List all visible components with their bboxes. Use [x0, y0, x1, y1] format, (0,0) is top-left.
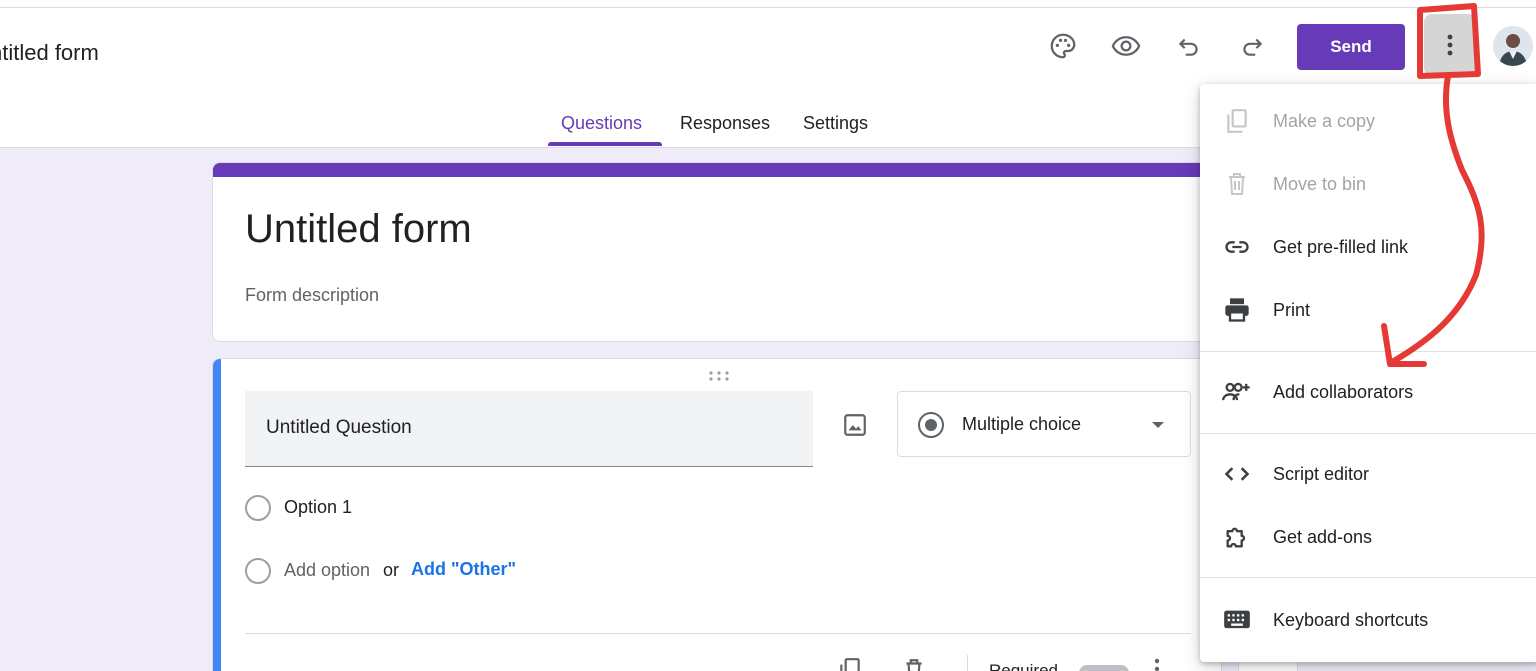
palette-icon[interactable] — [1047, 30, 1079, 62]
question-type-label: Multiple choice — [962, 414, 1082, 434]
avatar[interactable] — [1493, 26, 1533, 66]
trash-icon — [1222, 169, 1252, 199]
radio-checked-icon — [918, 412, 944, 438]
link-icon — [1222, 232, 1252, 262]
more-options-button[interactable] — [1424, 14, 1476, 76]
form-description[interactable]: Form description — [245, 285, 379, 306]
question-type-select[interactable]: Multiple choice — [897, 391, 1191, 457]
question-card[interactable]: Untitled Question Multiple choice Option… — [212, 358, 1222, 671]
menu-label: Script editor — [1273, 463, 1370, 484]
add-option-link[interactable]: Add option — [284, 560, 370, 581]
puzzle-icon — [1222, 522, 1252, 552]
menu-divider — [1200, 577, 1536, 578]
keyboard-icon — [1222, 605, 1252, 635]
more-options-menu: Make a copy Move to bin Get pre-filled l… — [1200, 84, 1536, 662]
duplicate-icon[interactable] — [837, 657, 863, 671]
question-title-text: Untitled Question — [266, 417, 412, 438]
document-title[interactable]: ntitled form — [0, 40, 99, 66]
menu-label: Get pre-filled link — [1273, 236, 1409, 257]
tab-responses[interactable]: Responses — [680, 104, 770, 148]
top-divider — [0, 7, 1536, 8]
tab-settings[interactable]: Settings — [803, 104, 868, 148]
add-image-icon[interactable] — [841, 411, 869, 439]
required-label: Required — [989, 661, 1058, 671]
send-button[interactable]: Send — [1297, 24, 1405, 70]
menu-item-script-editor[interactable]: Script editor — [1200, 443, 1536, 505]
drag-handle-icon[interactable] — [707, 369, 731, 383]
menu-label: Add collaborators — [1273, 381, 1414, 402]
question-footer-divider — [245, 633, 1191, 634]
or-text: or — [383, 560, 400, 580]
undo-icon[interactable] — [1173, 30, 1205, 62]
question-title-input[interactable]: Untitled Question — [245, 391, 813, 467]
more-vert-icon — [1447, 34, 1453, 56]
form-title[interactable]: Untitled form — [245, 207, 472, 252]
menu-item-get-add-ons[interactable]: Get add-ons — [1200, 506, 1536, 568]
menu-label: Move to bin — [1273, 173, 1367, 194]
title-card-accent — [213, 163, 1211, 177]
form-title-card: Untitled form Form description — [212, 162, 1212, 342]
caret-down-icon — [1152, 422, 1164, 428]
redo-icon[interactable] — [1236, 30, 1268, 62]
option-radio — [245, 495, 271, 521]
add-option-radio — [245, 558, 271, 584]
code-icon — [1222, 459, 1252, 489]
menu-item-add-collaborators[interactable]: Add collaborators — [1200, 361, 1536, 423]
footer-separator — [967, 655, 968, 671]
copy-icon — [1222, 106, 1252, 136]
delete-icon[interactable] — [901, 657, 927, 671]
question-more-icon[interactable] — [1153, 657, 1161, 671]
menu-divider — [1200, 351, 1536, 352]
print-icon — [1222, 295, 1252, 325]
required-toggle[interactable] — [1079, 665, 1129, 671]
eye-icon[interactable] — [1110, 30, 1142, 62]
menu-label: Keyboard shortcuts — [1273, 609, 1429, 630]
menu-item-pre-filled-link[interactable]: Get pre-filled link — [1200, 216, 1536, 278]
menu-label: Make a copy — [1273, 110, 1376, 131]
menu-item-print[interactable]: Print — [1200, 279, 1536, 341]
active-tab-indicator — [548, 142, 662, 146]
option-1-text[interactable]: Option 1 — [284, 497, 352, 518]
menu-label: Print — [1273, 299, 1311, 320]
menu-item-keyboard-shortcuts[interactable]: Keyboard shortcuts — [1200, 589, 1536, 651]
add-people-icon — [1222, 377, 1252, 407]
add-other-link[interactable]: Add "Other" — [411, 559, 516, 580]
menu-item-move-to-bin[interactable]: Move to bin — [1200, 153, 1536, 215]
question-focus-accent — [213, 359, 221, 671]
menu-label: Get add-ons — [1273, 526, 1373, 547]
menu-divider — [1200, 433, 1536, 434]
menu-item-make-copy[interactable]: Make a copy — [1200, 90, 1536, 152]
